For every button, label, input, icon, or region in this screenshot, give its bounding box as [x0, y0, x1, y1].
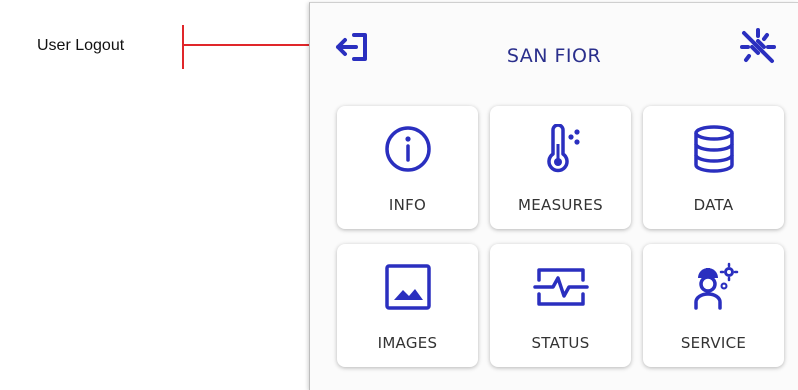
- station-title: SAN FIOR: [506, 45, 602, 67]
- tile-label: STATUS: [531, 334, 590, 352]
- info-icon: [384, 126, 431, 172]
- thermometer-icon: [546, 124, 580, 173]
- tile-label: DATA: [693, 196, 734, 214]
- tile-label: SERVICE: [680, 334, 747, 352]
- database-icon: [693, 125, 734, 173]
- annotation-pointer-line: [182, 44, 320, 46]
- tile-data[interactable]: DATA: [643, 106, 784, 229]
- app-panel: SAN FIOR INFO MEASURES DATA IMAGES STATU…: [309, 2, 798, 390]
- tile-service[interactable]: SERVICE: [643, 244, 784, 367]
- tile-images[interactable]: IMAGES: [337, 244, 478, 367]
- tile-status[interactable]: STATUS: [490, 244, 631, 367]
- tile-measures[interactable]: MEASURES: [490, 106, 631, 229]
- service-technician-icon: [693, 262, 738, 310]
- annotation-label: User Logout: [37, 37, 125, 54]
- connection-button[interactable]: [738, 27, 778, 67]
- tile-label: MEASURES: [517, 196, 603, 214]
- image-icon: [384, 264, 431, 310]
- tile-label: INFO: [388, 196, 427, 214]
- tile-label: IMAGES: [377, 334, 438, 352]
- disconnected-plug-icon: [740, 28, 776, 63]
- status-pulse-icon: [532, 268, 589, 306]
- annotation-marker-line: [182, 25, 184, 69]
- tile-info[interactable]: INFO: [337, 106, 478, 229]
